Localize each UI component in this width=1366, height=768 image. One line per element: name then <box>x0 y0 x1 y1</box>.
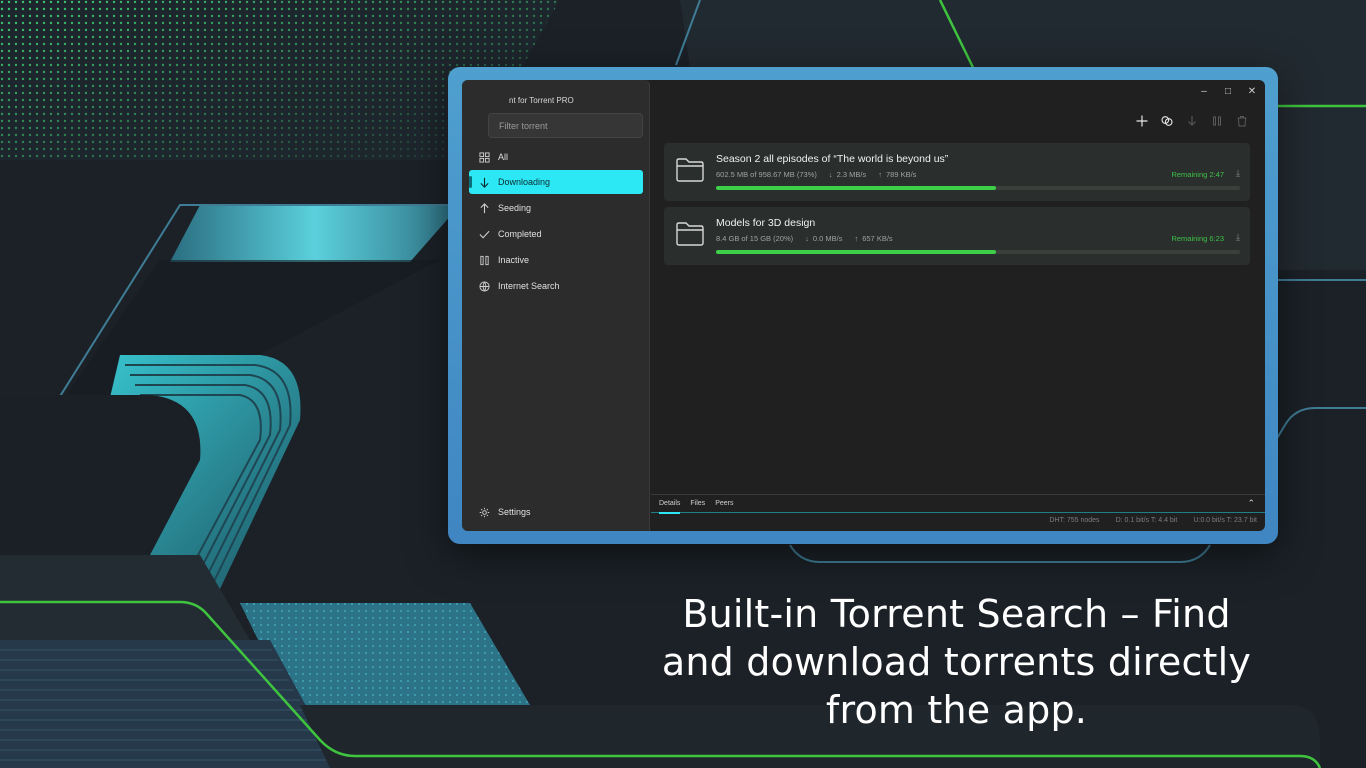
torrent-stats: 8.4 GB of 15 GB (20%) ↓ 0.0 MB/s ↑ 657 KB/… <box>716 234 893 243</box>
pause-icon[interactable] <box>1210 114 1224 128</box>
sidebar-item-completed[interactable]: Completed <box>469 222 643 246</box>
promo-caption: Built-in Torrent Search – Find and downl… <box>640 590 1273 734</box>
check-icon <box>477 227 491 241</box>
sidebar-item-downloading[interactable]: Downloading <box>469 170 643 194</box>
sidebar-item-label: Inactive <box>498 255 530 265</box>
sidebar-item-label: All <box>498 152 509 162</box>
download-speed: 2.3 MB/s <box>836 170 867 179</box>
toolbar <box>1135 114 1249 128</box>
caption-line: from the app. <box>825 688 1088 732</box>
torrent-stats: 602.5 MB of 958.67 MB (73%) ↓ 2.3 MB/s ↑ 7… <box>716 170 916 179</box>
sidebar-item-seeding[interactable]: Seeding <box>469 196 643 220</box>
torrent-name: Models for 3D design <box>716 217 816 229</box>
arrow-down-icon <box>477 175 491 189</box>
upload-speed: 657 KB/s <box>862 234 893 243</box>
download-speed-icon: ↓ <box>805 234 809 243</box>
download-status-icon: ⤓ <box>1236 168 1240 178</box>
main-panel: – □ ✕ Season 2 all episodes of “The worl… <box>651 80 1265 531</box>
tab-details[interactable]: Details <box>659 494 681 514</box>
dht-status: DHT: 755 nodes <box>1049 517 1100 524</box>
pause-icon <box>477 253 491 267</box>
delete-icon[interactable] <box>1235 114 1249 128</box>
upload-status: U:0.0 bit/s T: 23.7 bit <box>1193 517 1257 524</box>
status-bar: DHT: 755 nodes D: 0.1 bit/s T: 4.4 bit U… <box>1049 517 1257 524</box>
sidebar-item-label: Seeding <box>498 203 532 213</box>
sidebar-item-settings[interactable]: Settings <box>469 500 643 524</box>
sidebar-item-internet-search[interactable]: Internet Search <box>469 274 643 298</box>
settings-label: Settings <box>498 507 531 517</box>
window-controls: – □ ✕ <box>1199 86 1257 97</box>
sidebar-item-label: Completed <box>498 229 542 239</box>
app-title: nt for Torrent PRO <box>509 96 574 105</box>
remaining-time: Remaining 2:47 <box>1171 170 1224 179</box>
folder-icon <box>676 158 704 182</box>
gear-icon <box>477 505 491 519</box>
sidebar-item-label: Downloading <box>498 177 551 187</box>
download-status-icon: ⤓ <box>1236 232 1240 242</box>
download-speed-icon: ↓ <box>828 170 833 179</box>
sidebar-item-inactive[interactable]: Inactive <box>469 248 643 272</box>
sidebar-item-label: Internet Search <box>498 281 560 291</box>
close-button[interactable]: ✕ <box>1247 86 1257 97</box>
download-icon[interactable] <box>1185 114 1199 128</box>
download-status: D: 0.1 bit/s T: 4.4 bit <box>1115 517 1178 524</box>
arrow-up-icon <box>477 201 491 215</box>
upload-speed-icon: ↑ <box>878 170 882 179</box>
progress-fill <box>716 250 997 254</box>
progress-bar <box>716 186 1240 190</box>
sidebar-item-all[interactable]: All <box>469 145 643 169</box>
minimize-button[interactable]: – <box>1199 86 1209 97</box>
filter-input[interactable]: Filter torrent <box>488 113 643 138</box>
grid-icon <box>477 150 491 164</box>
torrent-item[interactable]: Season 2 all episodes of “The world is b… <box>664 143 1250 201</box>
globe-icon <box>477 279 491 293</box>
progress-fill <box>716 186 997 190</box>
sidebar: nt for Torrent PRO Filter torrent All Do… <box>462 80 650 531</box>
selection-indicator <box>469 176 472 188</box>
torrent-item[interactable]: Models for 3D design 8.4 GB of 15 GB (20… <box>664 207 1250 265</box>
caption-line: Built-in Torrent Search – Find <box>682 592 1231 636</box>
torrent-size: 602.5 MB of 958.67 MB (73%) <box>716 170 817 179</box>
filter-placeholder: Filter torrent <box>499 121 548 131</box>
caption-line: and download torrents directly <box>661 640 1252 684</box>
progress-bar <box>716 250 1240 254</box>
tab-peers[interactable]: Peers <box>715 494 733 513</box>
upload-speed: 789 KB/s <box>885 170 917 179</box>
download-speed: 0.0 MB/s <box>812 234 843 243</box>
torrent-size: 8.4 GB of 15 GB (20%) <box>716 234 794 243</box>
folder-icon <box>676 222 704 246</box>
upload-speed-icon: ↑ <box>854 234 859 243</box>
torrent-name: Season 2 all episodes of “The world is b… <box>716 153 949 165</box>
remaining-time: Remaining 6:23 <box>1171 234 1224 243</box>
add-icon[interactable] <box>1135 114 1149 128</box>
tab-files[interactable]: Files <box>690 494 705 513</box>
chevron-up-icon[interactable]: ⌃ <box>1247 498 1255 509</box>
details-tab-bar: Details Files Peers ⌃ <box>651 494 1265 514</box>
link-icon[interactable] <box>1160 114 1174 128</box>
app-window: nt for Torrent PRO Filter torrent All Do… <box>462 80 1265 531</box>
maximize-button[interactable]: □ <box>1223 86 1233 97</box>
